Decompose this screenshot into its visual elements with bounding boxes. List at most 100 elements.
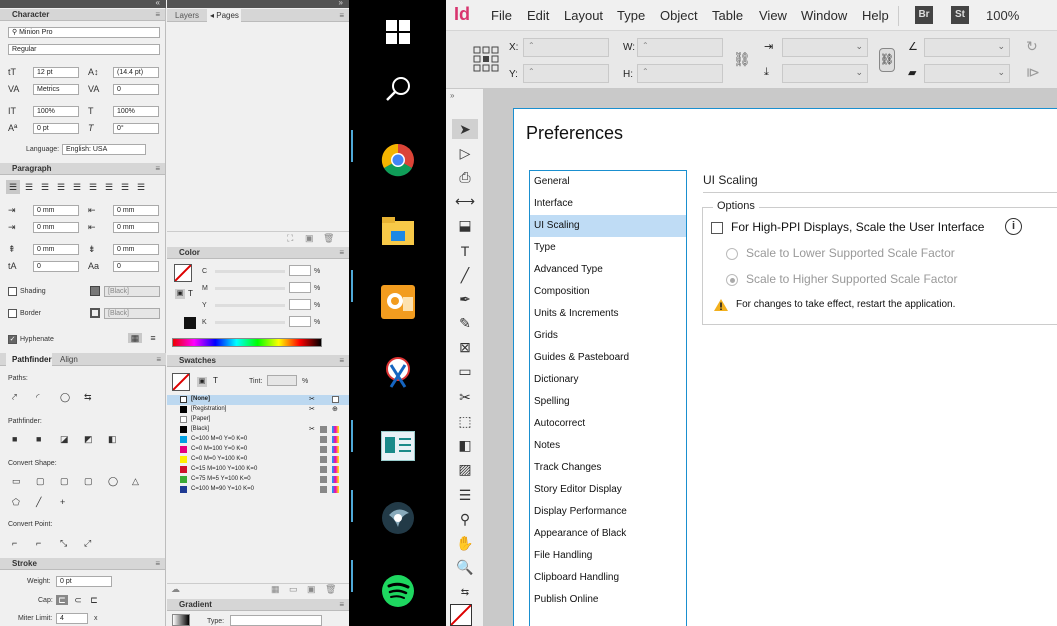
swatch-row[interactable]: C=0 M=0 Y=100 K=0 <box>167 455 349 465</box>
pencil-tool-icon[interactable]: ✎ <box>452 313 478 333</box>
y-field[interactable]: ⌃ <box>523 64 609 83</box>
new-swatch-icon[interactable]: ▣ <box>307 584 316 595</box>
leading-field[interactable]: (14.4 pt) <box>113 67 159 78</box>
gradient-panel-header[interactable]: Gradient ≡ <box>167 599 349 611</box>
snipping-tool-icon[interactable] <box>360 348 436 400</box>
tracking-field[interactable]: 0 <box>113 84 159 95</box>
new-page-icon[interactable]: ▣ <box>305 233 314 244</box>
gap-tool-icon[interactable]: ⟷ <box>452 191 478 211</box>
magenta-field[interactable] <box>289 282 311 293</box>
new-color-group-icon[interactable]: ▭ <box>289 584 298 595</box>
tab-align[interactable]: Align <box>60 353 78 366</box>
formatting-text-icon[interactable]: T <box>188 289 193 298</box>
first-line-indent-field[interactable]: 0 mm <box>33 222 79 233</box>
panel-menu-icon[interactable]: ≡ <box>155 163 160 175</box>
round-cap-icon[interactable]: ⊂ <box>72 595 84 605</box>
shading-color-field[interactable]: [Black] <box>104 286 160 297</box>
high-ppi-checkbox[interactable] <box>711 222 723 234</box>
menu-type[interactable]: Type <box>617 8 645 23</box>
category-display-performance[interactable]: Display Performance <box>530 501 686 523</box>
width-field[interactable]: ⌃ <box>637 38 723 57</box>
formatting-container-icon[interactable]: ▣ <box>175 289 185 299</box>
category-autocorrect[interactable]: Autocorrect <box>530 413 686 435</box>
category-general[interactable]: General <box>530 171 686 193</box>
drop-cap-lines-field[interactable]: 0 <box>33 261 79 272</box>
scale-y-field[interactable]: ⌄ <box>782 64 868 83</box>
no-baseline-grid-icon[interactable]: ≡ <box>146 333 160 343</box>
cloud-library-icon[interactable]: ☁ <box>171 584 180 595</box>
formatting-text-icon[interactable]: T <box>213 376 218 385</box>
hand-tool-icon[interactable]: ✋ <box>452 533 478 553</box>
menu-help[interactable]: Help <box>862 8 889 23</box>
line-shape-icon[interactable]: ╱ <box>36 497 41 507</box>
projecting-cap-icon[interactable]: ⊏ <box>88 595 100 605</box>
spotify-icon[interactable] <box>360 565 436 617</box>
category-file-handling[interactable]: File Handling <box>530 545 686 567</box>
swatches-panel-header[interactable]: Swatches ≡ <box>167 355 349 367</box>
file-explorer-icon[interactable] <box>360 205 436 257</box>
font-size-field[interactable]: 12 pt <box>33 67 79 78</box>
tab-pages[interactable]: ◂ Pages <box>207 9 241 22</box>
swap-fill-stroke-icon[interactable]: ⇆ <box>452 583 478 603</box>
orthogonal-line-icon[interactable]: + <box>60 497 65 507</box>
tint-field[interactable] <box>267 375 297 386</box>
stroke-color-swatch[interactable] <box>184 317 196 329</box>
cyan-slider[interactable] <box>215 270 285 273</box>
last-line-indent-field[interactable]: 0 mm <box>113 222 159 233</box>
beveled-rectangle-icon[interactable]: ▢ <box>60 476 69 486</box>
exclude-overlap-icon[interactable]: ◩ <box>84 434 93 444</box>
category-appearance-of-black[interactable]: Appearance of Black <box>530 523 686 545</box>
scale-lower-radio[interactable] <box>726 248 738 260</box>
swatch-row[interactable]: C=75 M=5 Y=100 K=0 <box>167 475 349 485</box>
stroke-panel-header[interactable]: Stroke ≡ <box>0 558 165 570</box>
join-path-icon[interactable]: ⤤ <box>12 392 17 402</box>
shading-swatch-icon[interactable] <box>90 286 100 296</box>
add-shape-icon[interactable]: ■ <box>12 434 17 444</box>
reference-point-icon[interactable] <box>473 46 499 72</box>
minus-back-icon[interactable]: ◧ <box>108 434 117 444</box>
yellow-field[interactable] <box>289 299 311 310</box>
constrain-scale-icon[interactable]: ⛓ <box>879 48 895 72</box>
right-indent-field[interactable]: 0 mm <box>113 205 159 216</box>
category-dictionary[interactable]: Dictionary <box>530 369 686 391</box>
category-clipboard-handling[interactable]: Clipboard Handling <box>530 567 686 589</box>
pen-tool-icon[interactable]: ✒ <box>452 289 478 309</box>
align-left-icon[interactable]: ☰ <box>6 180 20 194</box>
presentation-app-icon[interactable] <box>360 420 436 472</box>
font-family-field[interactable]: ⚲ Minion Pro <box>8 27 160 38</box>
border-checkbox[interactable] <box>8 309 17 318</box>
font-style-field[interactable]: Regular <box>8 44 160 55</box>
reverse-path-icon[interactable]: ⇆ <box>84 392 92 402</box>
category-advanced-type[interactable]: Advanced Type <box>530 259 686 281</box>
align-right-icon[interactable]: ☰ <box>38 180 52 194</box>
border-swatch-icon[interactable] <box>90 308 100 318</box>
stroke-weight-field[interactable]: 0 pt <box>56 576 112 587</box>
plain-point-icon[interactable]: ⌐ <box>12 538 17 548</box>
category-publish-online[interactable]: Publish Online <box>530 589 686 611</box>
open-path-icon[interactable]: ◜ <box>36 392 40 402</box>
note-tool-icon[interactable]: ☰ <box>452 485 478 505</box>
skew-field[interactable]: 0° <box>113 123 159 134</box>
chrome-icon[interactable] <box>360 134 436 186</box>
swatch-row[interactable]: [Paper] <box>167 415 349 425</box>
spinner-icon[interactable]: ⌃ <box>528 41 535 50</box>
ellipse-shape-icon[interactable]: ◯ <box>108 476 118 486</box>
type-tool-icon[interactable]: T <box>452 241 478 261</box>
gradient-type-field[interactable] <box>230 615 322 626</box>
x-field[interactable]: ⌃ <box>523 38 609 57</box>
miter-limit-field[interactable]: 4 <box>56 613 88 624</box>
swatch-row[interactable]: C=100 M=90 Y=10 K=0 <box>167 485 349 495</box>
height-field[interactable]: ⌃ <box>637 64 723 83</box>
justify-all-icon[interactable]: ☰ <box>102 180 116 194</box>
panel-menu-icon[interactable]: ≡ <box>155 558 160 570</box>
search-icon[interactable] <box>360 63 436 115</box>
swatch-row[interactable]: C=0 M=100 Y=0 K=0 <box>167 445 349 455</box>
category-units-increments[interactable]: Units & Increments <box>530 303 686 325</box>
baseline-shift-field[interactable]: 0 pt <box>33 123 79 134</box>
free-transform-tool-icon[interactable]: ⬚ <box>452 411 478 431</box>
gradient-feather-tool-icon[interactable]: ▨ <box>452 459 478 479</box>
menu-window[interactable]: Window <box>801 8 847 23</box>
justify-right-icon[interactable]: ☰ <box>86 180 100 194</box>
swatch-row[interactable]: [Registration] ✂ ⊕ <box>167 405 349 415</box>
category-grids[interactable]: Grids <box>530 325 686 347</box>
